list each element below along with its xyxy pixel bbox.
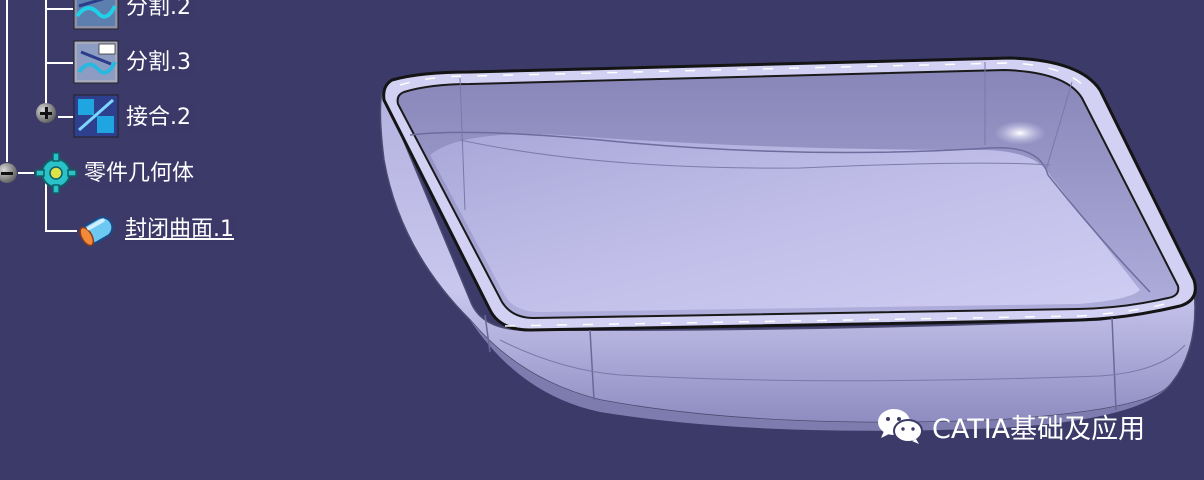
split-surface-icon[interactable]: [73, 40, 119, 84]
join-surface-icon[interactable]: [73, 94, 119, 138]
part-body-gear-icon[interactable]: [33, 151, 79, 195]
tree-branch-line: [45, 0, 47, 112]
wechat-watermark: CATIA基础及应用: [876, 404, 1145, 448]
expand-plus-icon[interactable]: [36, 103, 56, 123]
tree-item-split-3[interactable]: 分割.3: [123, 49, 194, 77]
tree-item-close-surface-1[interactable]: 封闭曲面.1: [122, 216, 237, 244]
tree-item-part-body[interactable]: 零件几何体: [81, 160, 198, 188]
close-surface-icon[interactable]: [75, 208, 121, 252]
tree-item-join-2[interactable]: 接合.2: [123, 104, 194, 132]
3d-viewport[interactable]: 分割.2 分割.3 接合.2 零件几何体 封闭曲面.1 CATIA基础及应用: [0, 0, 1204, 480]
wechat-logo-icon: [878, 409, 923, 444]
collapse-minus-icon[interactable]: [0, 163, 17, 183]
specification-tree: 分割.2 分割.3 接合.2 零件几何体 封闭曲面.1: [0, 0, 300, 260]
tray-floor: [430, 134, 1140, 312]
tree-trunk-line: [6, 0, 8, 162]
tree-item-split-2[interactable]: 分割.2: [123, 0, 194, 22]
split-surface-icon[interactable]: [73, 0, 119, 30]
watermark-text: CATIA基础及应用: [932, 413, 1146, 445]
